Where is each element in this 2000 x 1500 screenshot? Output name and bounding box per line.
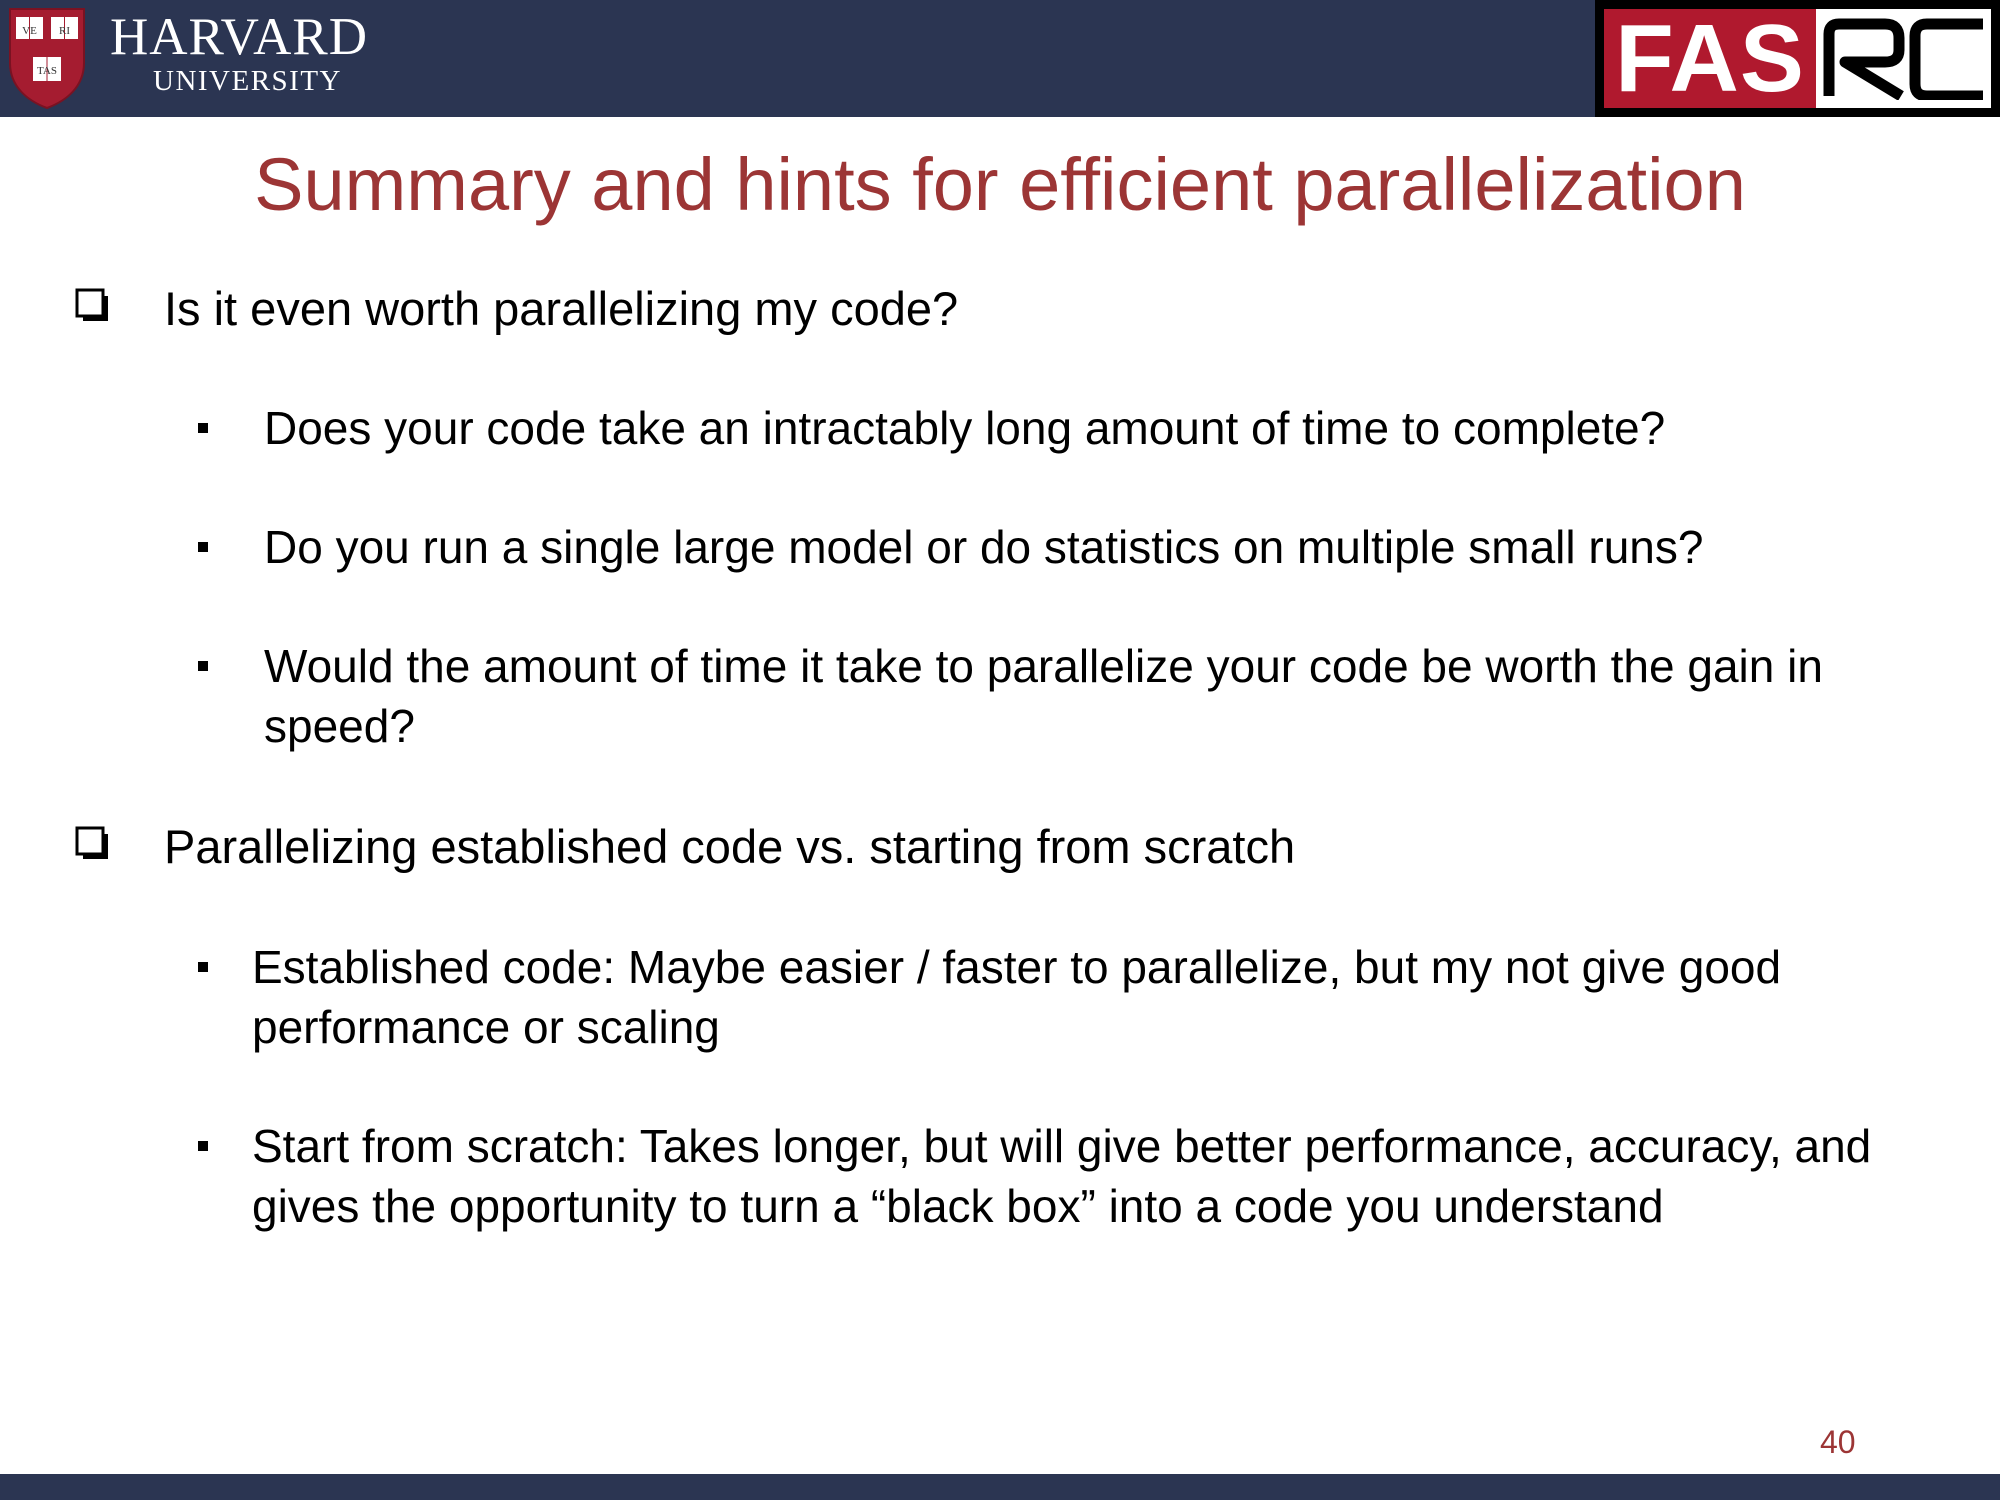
checkbox-icon bbox=[75, 826, 108, 859]
section-heading-text: Parallelizing established code vs. start… bbox=[164, 820, 1296, 873]
fasrc-logo: FAS RC bbox=[1595, 0, 2000, 117]
square-bullet-icon bbox=[198, 962, 208, 972]
fasrc-logo-rc: RC bbox=[1823, 18, 1983, 100]
institution-name: HARVARD bbox=[110, 8, 368, 66]
square-bullet-icon bbox=[198, 1141, 208, 1151]
institution-subtitle: UNIVERSITY bbox=[153, 65, 342, 97]
slide-title: Summary and hints for efficient parallel… bbox=[254, 143, 1746, 226]
square-bullet-icon bbox=[198, 542, 208, 552]
checkbox-icon bbox=[75, 288, 108, 321]
harvard-shield-logo: VE RI TAS bbox=[9, 8, 85, 110]
shield-text-ve: VE bbox=[22, 25, 37, 37]
fasrc-logo-fas: FAS bbox=[1615, 5, 1805, 112]
square-bullet-icon bbox=[198, 661, 208, 671]
list-item-text: Do you run a single large model or do st… bbox=[264, 521, 1704, 573]
list-item-text: Established code: Maybe easier / faster … bbox=[252, 941, 1782, 1053]
harvard-wordmark: HARVARD UNIVERSITY bbox=[110, 10, 368, 96]
page-number: 40 bbox=[1820, 1424, 1856, 1460]
shield-text-ri: RI bbox=[59, 25, 70, 37]
footer-bar bbox=[0, 1474, 2000, 1500]
list-item-text: Start from scratch: Takes longer, but wi… bbox=[252, 1120, 1872, 1232]
list-item-text: Would the amount of time it take to para… bbox=[264, 640, 1823, 752]
section-heading-text: Is it even worth parallelizing my code? bbox=[164, 282, 959, 335]
header-bar: VE RI TAS HARVARD UNIVERSITY FAS RC bbox=[0, 0, 2000, 117]
list-item-text: Does your code take an intractably long … bbox=[264, 402, 1666, 454]
square-bullet-icon bbox=[198, 423, 208, 433]
shield-text-tas: TAS bbox=[37, 65, 57, 77]
fasrc-rc-text: RC bbox=[1823, 18, 1825, 19]
